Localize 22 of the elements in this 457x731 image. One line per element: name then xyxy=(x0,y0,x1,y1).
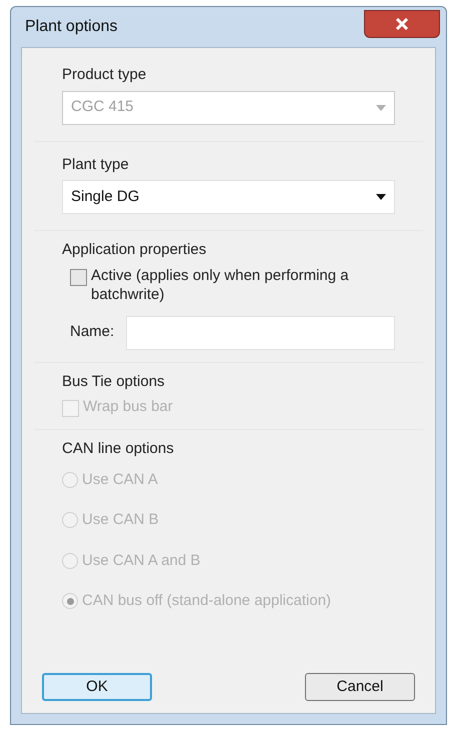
radio-label: Use CAN A and B xyxy=(82,550,200,570)
group-title: CAN line options xyxy=(62,439,175,459)
window-title: Plant options xyxy=(24,17,118,37)
group-title: Application properties xyxy=(62,240,208,260)
checkbox-label: Active (applies only when performing a batchwrite) xyxy=(91,266,350,304)
name-field[interactable] xyxy=(126,316,395,350)
radio-label: Use CAN A xyxy=(82,470,158,490)
radio-label: Use CAN B xyxy=(82,510,159,530)
dialog-button[interactable]: OK xyxy=(42,673,152,701)
close-button[interactable] xyxy=(364,10,440,38)
checkbox[interactable] xyxy=(70,268,87,286)
caret-icon xyxy=(376,194,386,200)
field-label: Plant type xyxy=(62,154,130,174)
dialog-button[interactable]: Cancel xyxy=(305,673,415,701)
radio-label: CAN bus off (stand-alone application) xyxy=(82,591,332,611)
checkbox-label: Wrap bus bar xyxy=(83,397,173,416)
close-icon xyxy=(395,18,409,30)
field-label: Product type xyxy=(62,65,148,85)
caret-icon xyxy=(376,104,386,110)
group-title: Bus Tie options xyxy=(62,372,166,392)
name-label: Name: xyxy=(70,322,114,342)
dropdown[interactable]: Single DG xyxy=(62,180,395,214)
